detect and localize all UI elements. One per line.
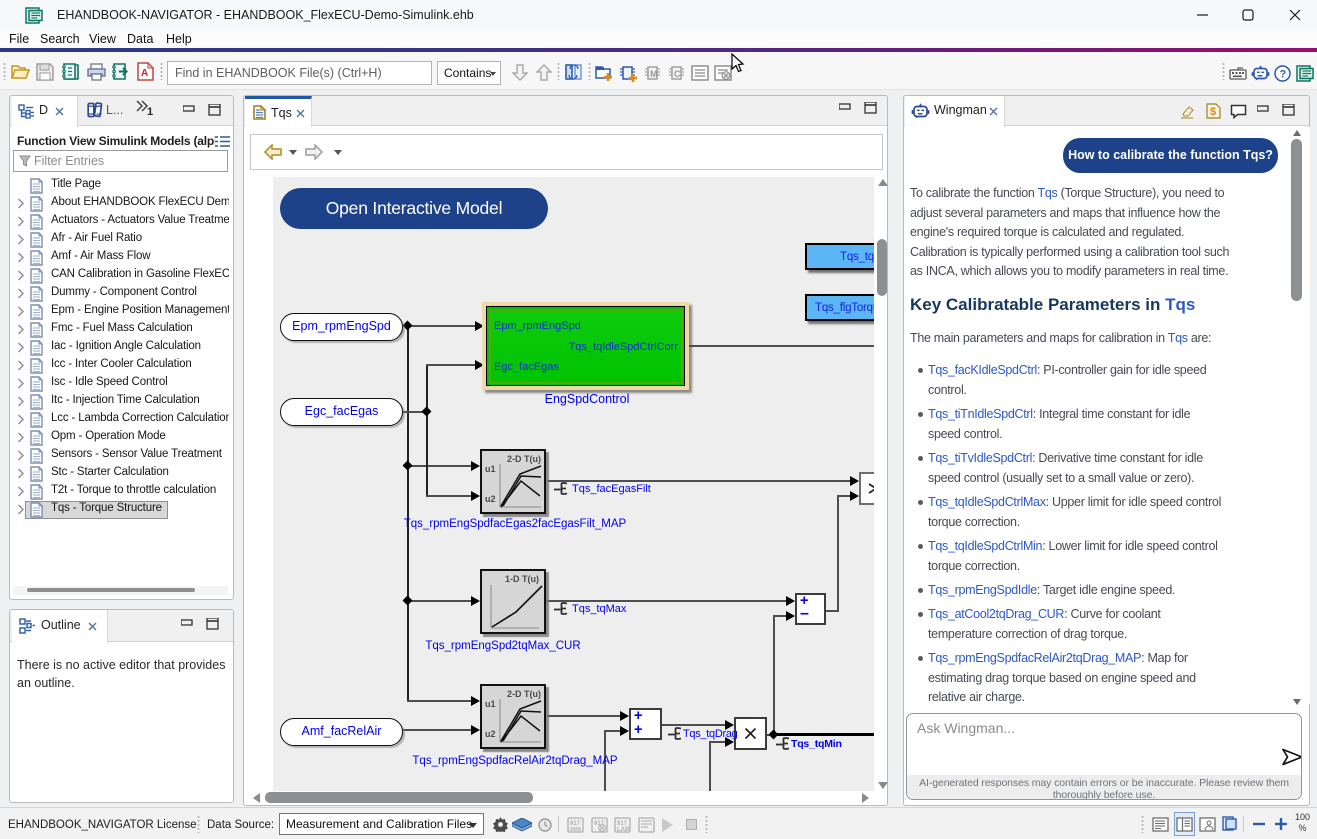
svg-text:2-D T(u): 2-D T(u) [507,454,541,464]
svg-text:1-D T(u): 1-D T(u) [505,574,539,584]
svg-text:u2: u2 [485,729,496,739]
svg-text:LAB: LAB [617,827,630,833]
svg-text:u2: u2 [485,494,496,504]
svg-text:A: A [141,68,148,79]
svg-text:$: $ [1210,106,1216,118]
svg-text:M: M [650,69,658,79]
svg-text:u1: u1 [485,464,496,474]
svg-text:2-D T(u): 2-D T(u) [507,689,541,699]
svg-text:917: 917 [570,821,581,827]
svg-text:?: ? [1280,69,1287,81]
svg-text:u1: u1 [485,699,496,709]
svg-text:C: C [674,69,681,79]
